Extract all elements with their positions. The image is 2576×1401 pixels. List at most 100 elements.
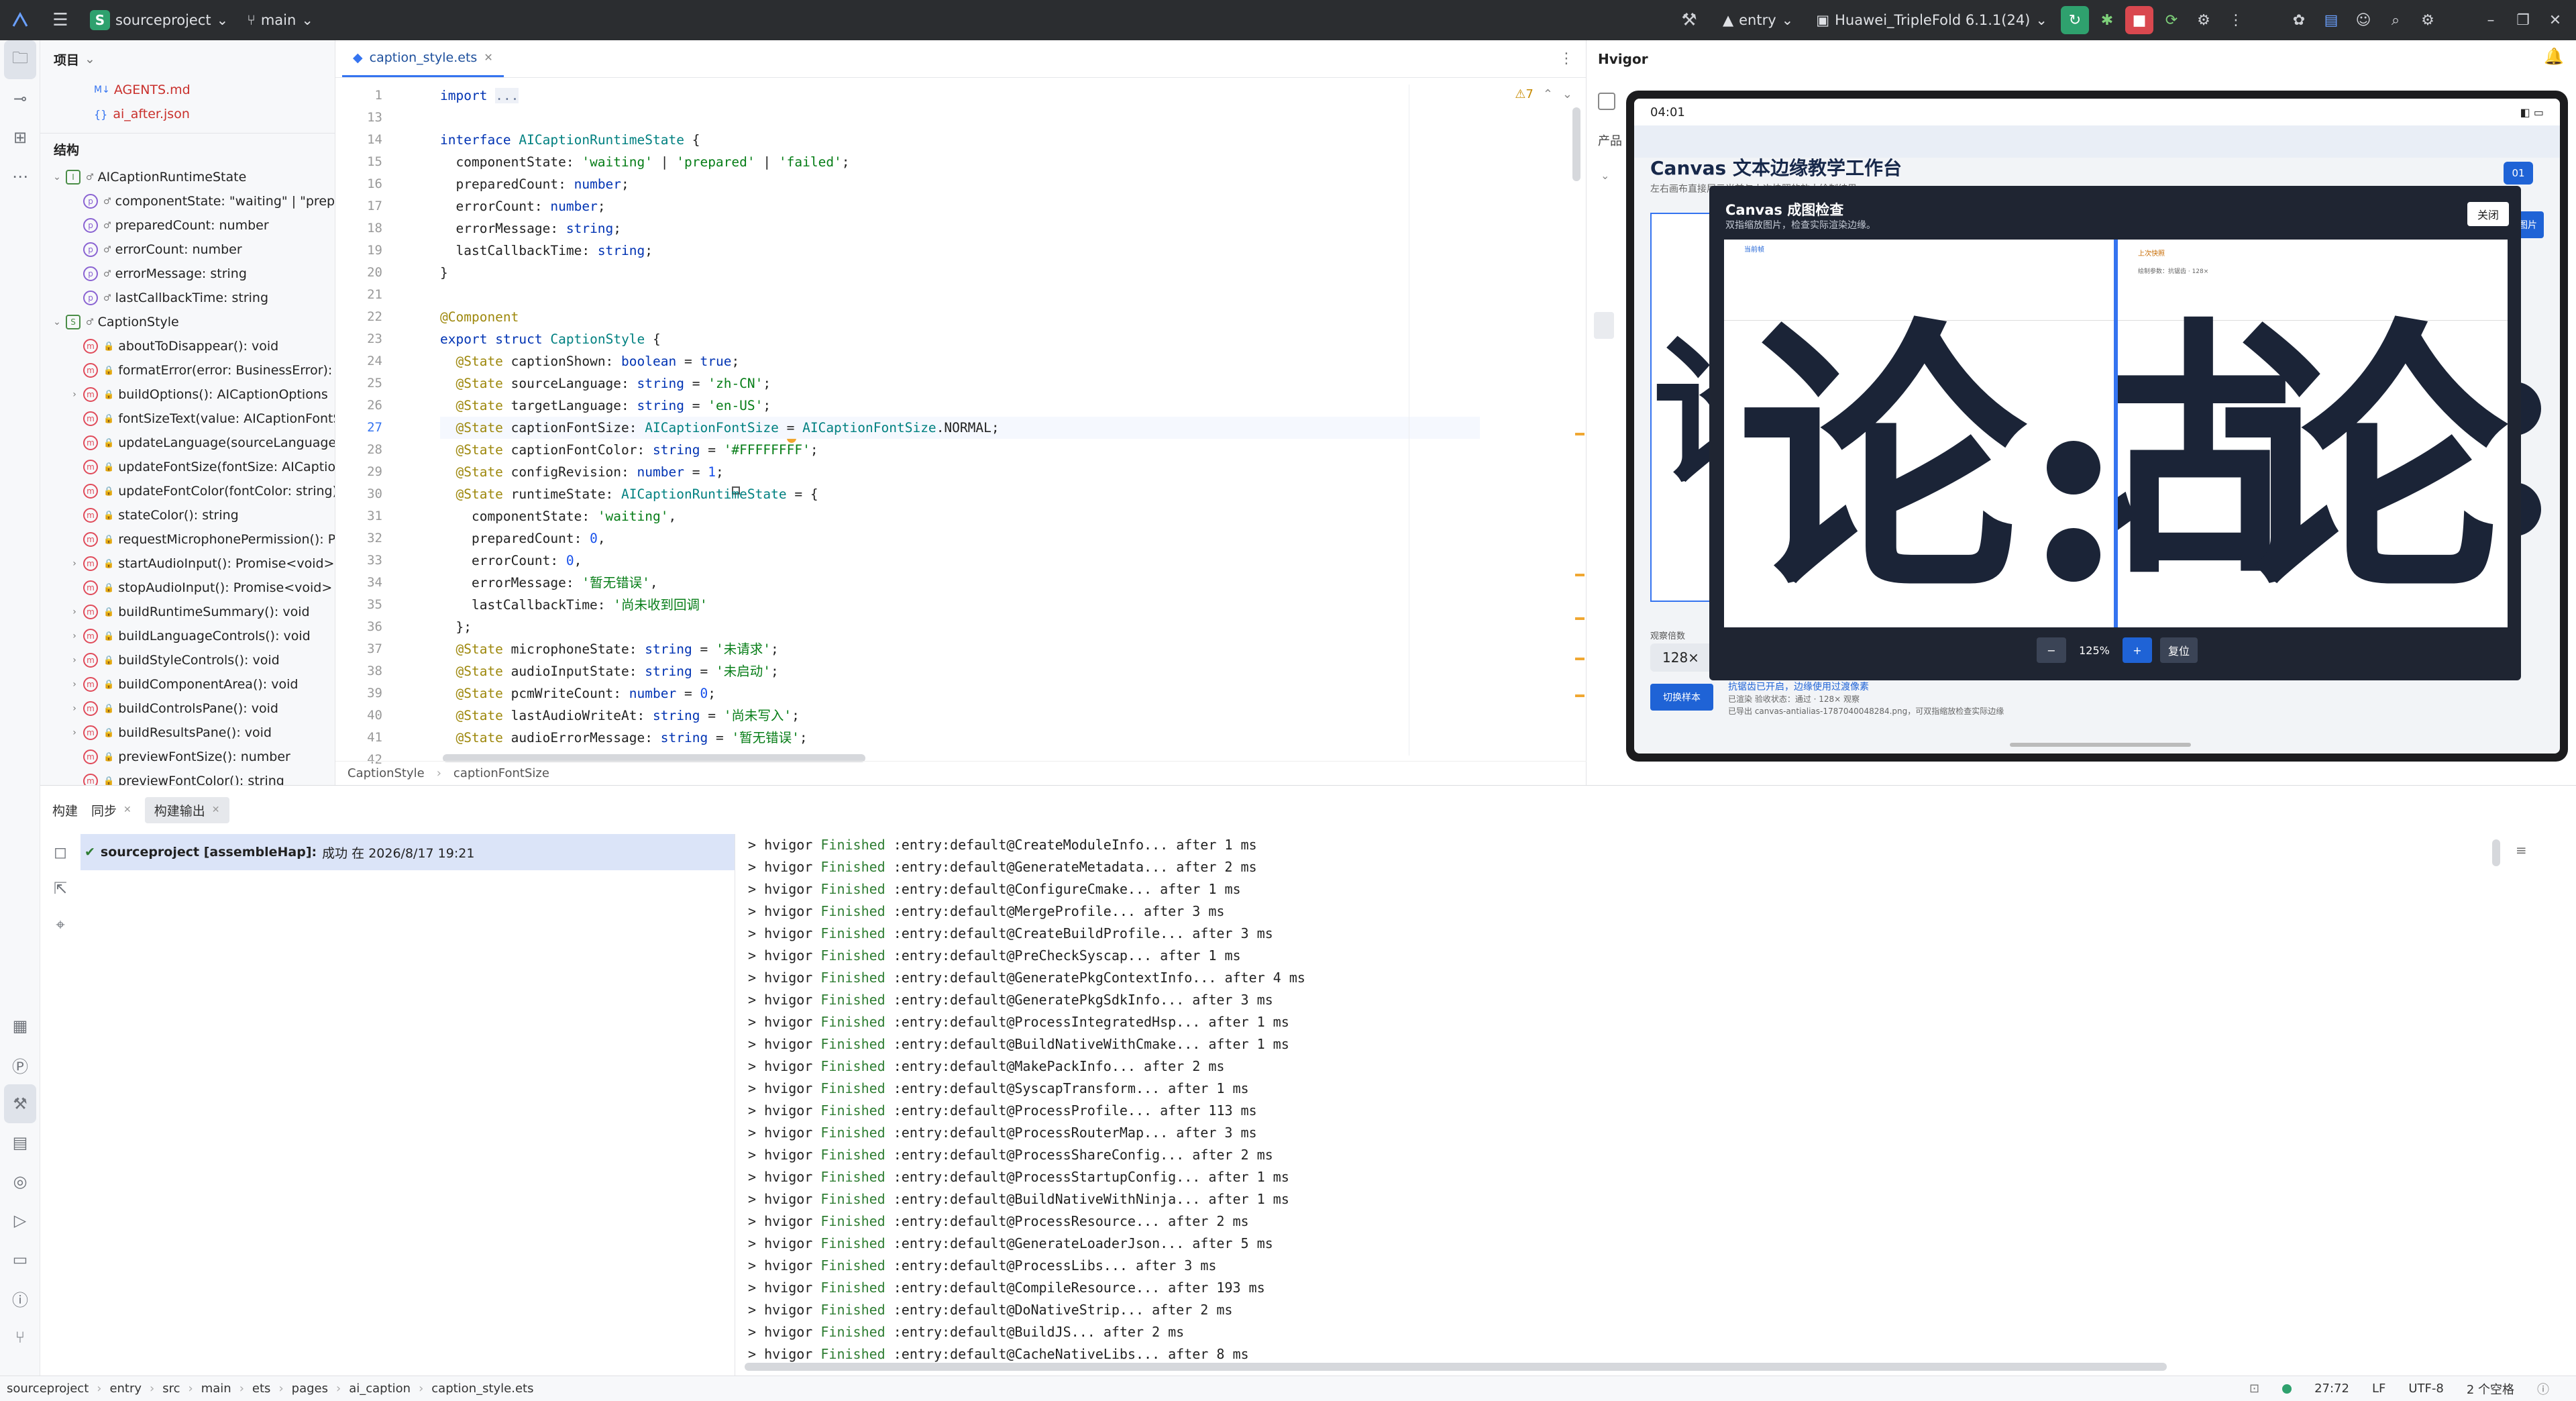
code-content[interactable]: import ... interface AICaptionRuntimeStat… [440,85,1480,756]
code-line[interactable]: }; [440,616,1480,638]
breadcrumb-item[interactable]: captionFontSize [453,766,549,780]
profiler-icon[interactable]: ⚙ [2190,6,2218,34]
soft-wrap-icon[interactable]: ≡ [2516,842,2527,858]
project-switcher[interactable]: S sourceproject ⌄ [80,5,237,35]
code-line[interactable]: interface AICaptionRuntimeState { [440,129,1480,151]
structure-item[interactable]: m 🔒 previewFontSize(): number [40,745,335,769]
notification-bell-icon[interactable]: 🔔 [2544,47,2564,66]
structure-item[interactable]: m 🔒 stopAudioInput(): Promise<void> [40,576,335,600]
settings-gear-icon[interactable]: ⚙ [2414,6,2442,34]
structure-icon[interactable]: ⊞ [0,118,40,157]
chevron-down-icon[interactable]: ⌄ [48,317,66,327]
hammer-icon[interactable]: ⚒ [1669,0,1709,40]
code-line[interactable]: @State sourceLanguage: string = 'zh-CN'; [440,372,1480,395]
search-icon[interactable]: ⌕ [2381,6,2410,34]
code-line[interactable]: errorMessage: '暂无错误', [440,572,1480,594]
indent-setting[interactable]: 2 个空格 [2467,1380,2514,1398]
structure-item[interactable]: ⌄ S ♂ CaptionStyle [40,310,335,334]
code-line[interactable]: @State captionFontSize: AICaptionFontSiz… [440,417,1480,439]
stop-build-icon[interactable]: ◻ [40,834,80,870]
structure-item[interactable]: p ♂ errorMessage: string [40,262,335,286]
code-line[interactable]: preparedCount: number; [440,173,1480,195]
tab-build-output[interactable]: 构建输出 ✕ [144,796,229,823]
close-icon[interactable]: ✕ [2541,6,2569,34]
structure-item[interactable]: p ♂ preparedCount: number [40,213,335,238]
services-icon[interactable]: ◎ [0,1162,40,1201]
code-line[interactable]: @State audioErrorMessage: string = '暂无错误… [440,727,1480,749]
more-tools-icon[interactable]: ⋯ [0,157,40,196]
chevron-right-icon[interactable]: › [66,558,83,569]
structure-item[interactable]: p ♂ errorCount: number [40,238,335,262]
git-icon[interactable]: ⑂ [0,1318,40,1357]
reset-zoom-button[interactable]: 复位 [2160,637,2198,663]
debug-icon[interactable]: ✱ [2093,6,2121,34]
chevron-right-icon[interactable]: › [66,607,83,617]
more-actions-icon[interactable]: ⋮ [2222,6,2250,34]
structure-item[interactable]: m 🔒 previewFontColor(): string [40,769,335,785]
code-line[interactable]: errorMessage: string; [440,217,1480,240]
account-icon[interactable]: ☺ [2349,6,2377,34]
structure-item[interactable]: › m 🔒 startAudioInput(): Promise<void> [40,552,335,576]
apply-changes-icon[interactable]: ⟳ [2157,6,2186,34]
build-result-row[interactable]: ✔ sourceproject [assembleHap]: 成功 在 2026… [80,834,735,870]
code-line[interactable]: errorCount: 0, [440,550,1480,572]
file-encoding[interactable]: UTF-8 [2408,1382,2443,1396]
code-line[interactable] [440,107,1480,129]
layout-icon[interactable]: ▦ [0,1006,40,1045]
side-handle[interactable] [1594,312,1614,339]
code-line[interactable]: @State configRevision: number = 1; [440,461,1480,483]
build-tool-icon[interactable]: ⚒ [4,1084,36,1123]
switch-sample-button[interactable]: 切换样本 [1650,684,1713,711]
structure-item[interactable]: m 🔒 requestMicrophonePermission(): Pro [40,527,335,552]
file-item[interactable]: M↓ AGENTS.md [40,78,335,102]
open-external-icon[interactable]: ⇱ [40,870,80,906]
chevron-right-icon[interactable]: › [66,727,83,738]
structure-item[interactable]: p ♂ lastCallbackTime: string [40,286,335,310]
code-line[interactable]: import ... [440,85,1480,107]
structure-item[interactable]: m 🔒 aboutToDisappear(): void [40,334,335,358]
zoom-in-button[interactable]: + [2123,637,2152,663]
path-segment[interactable]: src [162,1382,180,1396]
close-tab-icon[interactable]: ✕ [123,805,131,815]
path-segment[interactable]: caption_style.ets [431,1382,533,1396]
stop-button[interactable]: ■ [2125,6,2153,34]
chevron-right-icon[interactable]: › [66,703,83,714]
structure-item[interactable]: › m 🔒 buildResultsPane(): void [40,721,335,745]
zoomed-canvas-area[interactable]: 当前帧 论 上次快照 绘制参数：抗锯齿 · 128× 诂 论 [1724,240,2508,627]
code-line[interactable]: errorCount: number; [440,195,1480,217]
close-tab-icon[interactable]: ✕ [212,805,220,815]
vertical-scrollbar[interactable] [1572,107,1580,181]
path-segment[interactable]: ai_caption [349,1382,411,1396]
chevron-right-icon[interactable]: › [66,631,83,641]
file-item[interactable]: {} ai_after.json [40,102,335,126]
structure-item[interactable]: p ♂ componentState: "waiting" | "prepar [40,189,335,213]
code-line[interactable] [440,284,1480,306]
log-horizontal-scrollbar[interactable] [745,1363,2167,1371]
sync-icon[interactable]: ⊡ [2249,1382,2259,1396]
structure-item[interactable]: › m 🔒 buildLanguageControls(): void [40,624,335,648]
path-segment[interactable]: pages [292,1382,328,1396]
line-separator[interactable]: LF [2372,1382,2385,1396]
terminal-icon[interactable]: ▭ [0,1240,40,1279]
module-selector[interactable]: ▲ entry ⌄ [1713,5,1803,35]
project-panel-header[interactable]: 项目 ⌄ [40,40,335,78]
code-line[interactable]: } [440,262,1480,284]
chevron-down-icon[interactable]: ⌄ [48,172,66,183]
code-line[interactable]: @State pcmWriteCount: number = 0; [440,682,1480,705]
structure-item[interactable]: m 🔒 stateColor(): string [40,503,335,527]
dialog-close-button[interactable]: 关闭 [2467,202,2509,226]
log-icon[interactable]: ▤ [0,1123,40,1162]
code-line[interactable]: @State microphoneState: string = '未请求'; [440,638,1480,660]
code-line[interactable]: @State runtimeState: AICaptionRuntimeSta… [440,483,1480,505]
maximize-icon[interactable]: ❐ [2509,6,2537,34]
commit-icon[interactable]: ⊸ [0,79,40,118]
code-line[interactable]: componentState: 'waiting', [440,505,1480,527]
tab-options-icon[interactable]: ⋮ [1559,40,1586,77]
structure-item[interactable]: › m 🔒 buildControlsPane(): void [40,696,335,721]
code-line[interactable]: @State lastAudioWriteAt: string = '尚未写入'… [440,705,1480,727]
chevron-right-icon[interactable]: › [66,389,83,400]
structure-item[interactable]: › m 🔒 buildRuntimeSummary(): void [40,600,335,624]
close-tab-icon[interactable]: ✕ [484,51,492,64]
code-line[interactable]: @State audioInputState: string = '未启动'; [440,660,1480,682]
run-icon[interactable]: ▷ [0,1201,40,1240]
